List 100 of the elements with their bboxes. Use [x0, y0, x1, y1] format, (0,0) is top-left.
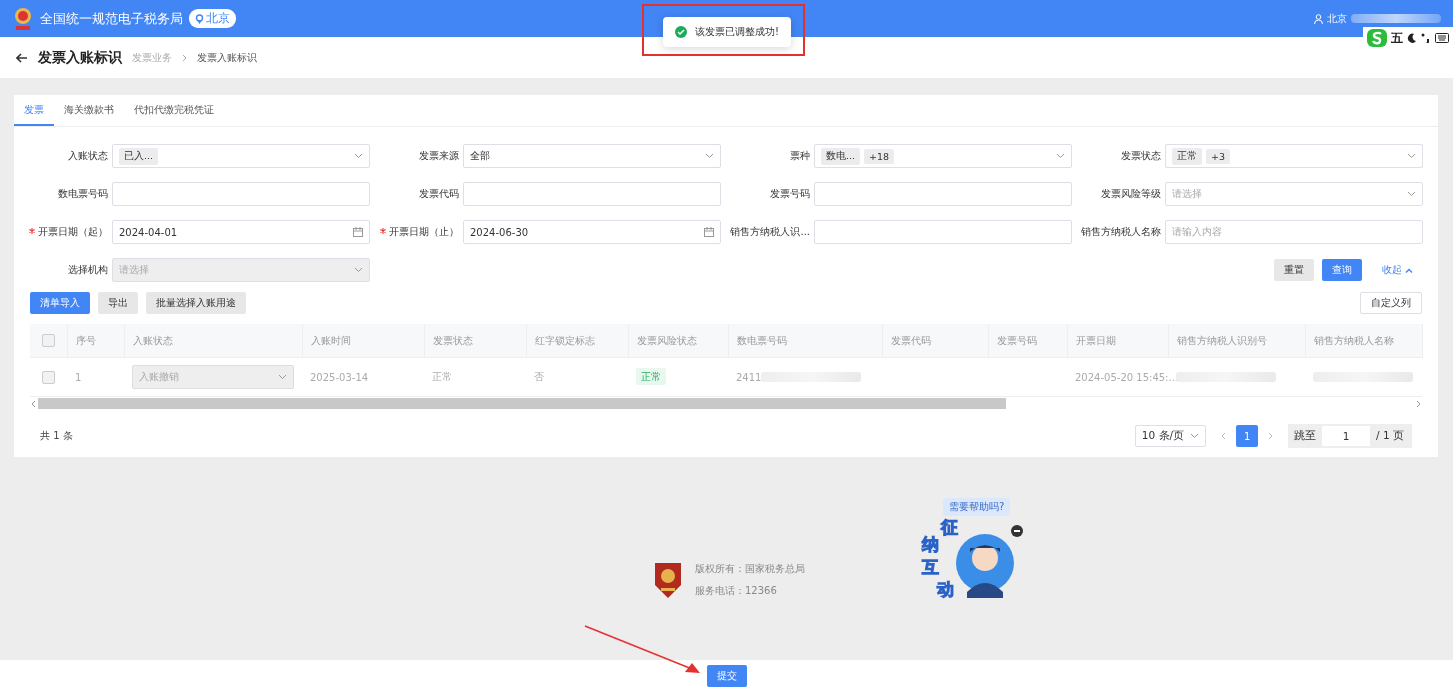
column-header: 销售方纳税人识别号 [1176, 334, 1267, 346]
selected-tag: 已入... [119, 147, 159, 165]
success-icon [675, 26, 687, 38]
column-header: 发票状态 [432, 334, 473, 346]
column-header: 发票风险状态 [636, 334, 697, 346]
select-field[interactable]: 正常 +3 [1165, 144, 1423, 168]
chevron-down-icon [1407, 191, 1416, 197]
collapse-link[interactable]: 收起 [1376, 262, 1419, 278]
field-placeholder: 请选择 [119, 263, 150, 277]
breadcrumb-separator-icon [182, 53, 187, 62]
input-mode[interactable]: 五 [1391, 29, 1403, 47]
field-label: 发票状态 [1120, 149, 1161, 163]
column-header: 发票号码 [996, 334, 1037, 346]
required-asterisk-icon [380, 228, 386, 234]
select-field[interactable]: 已入... [112, 144, 370, 168]
field-placeholder: 请选择 [1172, 187, 1203, 201]
toolbar-button[interactable]: 清单导入 [30, 292, 90, 314]
keyboard-icon[interactable] [1435, 33, 1449, 43]
field-label: 发票号码 [769, 187, 810, 201]
calendar-icon [353, 227, 363, 237]
selected-tag: 数电... [821, 147, 861, 165]
input-field[interactable] [463, 182, 721, 206]
date-field[interactable]: 2024-06-30 [463, 220, 721, 244]
chevron-up-icon [1405, 267, 1413, 273]
assistant-title-character: 动 [937, 578, 954, 601]
column-header: 入账状态 [132, 334, 173, 346]
column-header: 数电票号码 [736, 334, 787, 346]
tax-bureau-logo-icon [653, 561, 683, 599]
minimize-icon[interactable] [1011, 525, 1023, 537]
selected-tag: 正常 [1172, 147, 1202, 165]
assistant-title-character: 互 [922, 556, 939, 579]
checkbox[interactable] [42, 370, 55, 384]
page-count: / 1 页 [1376, 429, 1404, 443]
table-cell: 2024-05-20 15:45:... [1075, 371, 1179, 383]
field-label: 销售方纳税人名称 [1080, 225, 1161, 239]
next-page-icon[interactable] [1268, 432, 1275, 440]
column-header: 入账时间 [310, 334, 351, 346]
toast-message: 该发票已调整成功! [695, 25, 779, 39]
field-label: 发票代码 [418, 187, 459, 201]
page-size-select[interactable]: 10 条/页 [1134, 425, 1207, 447]
column-header: 发票代码 [890, 334, 931, 346]
site-title: 全国统一规范电子税务局 [40, 9, 183, 28]
select-field[interactable]: 全部 [463, 144, 721, 168]
reset-button[interactable]: 重置 [1274, 259, 1314, 281]
breadcrumb-item: 发票入账标识 [197, 50, 257, 65]
tab[interactable]: 海关缴款书 [54, 95, 124, 126]
copyright-text: 版权所有：国家税务总局 [695, 562, 805, 576]
chevron-down-icon [1056, 153, 1065, 159]
table-cell: 1 [75, 371, 82, 383]
table-cell: 2411 [736, 371, 762, 383]
field-label: 入账状态 [67, 149, 108, 163]
page-button[interactable]: 1 [1236, 425, 1259, 447]
input-field[interactable] [814, 182, 1072, 206]
user-icon [1314, 13, 1323, 24]
punctuation-icon[interactable] [1421, 33, 1431, 43]
field-value: 2024-06-30 [470, 226, 530, 238]
toolbar-button[interactable]: 导出 [98, 292, 138, 314]
location-badge[interactable]: 北京 [189, 9, 236, 28]
field-label: 开票日期（止） [370, 225, 459, 239]
assistant-title-character: 征 [941, 516, 958, 539]
status-tag: 正常 [636, 368, 666, 385]
input-field[interactable] [112, 182, 370, 206]
column-header: 序号 [75, 334, 96, 346]
input-field[interactable] [814, 220, 1072, 244]
customize-columns-button[interactable]: 自定义列 [1360, 292, 1422, 314]
chevron-down-icon [1190, 433, 1200, 439]
field-label: 发票风险等级 [1100, 187, 1161, 201]
scroll-left-icon[interactable] [30, 399, 36, 408]
chevron-down-icon [705, 153, 714, 159]
field-label: 数电票号码 [57, 187, 108, 201]
field-label: 票种 [789, 149, 810, 163]
ime-logo-icon[interactable] [1367, 29, 1387, 47]
field-label: 选择机构 [67, 263, 108, 277]
tab[interactable]: 发票 [14, 95, 54, 126]
chevron-down-icon [1407, 153, 1416, 159]
selected-tag: +18 [864, 148, 895, 164]
selected-tag: +3 [1206, 148, 1230, 164]
select-field[interactable]: 数电... +18 [814, 144, 1072, 168]
jump-label: 跳至 [1294, 429, 1317, 443]
tab[interactable]: 代扣代缴完税凭证 [124, 95, 224, 126]
toolbar-button[interactable]: 批量选择入账用途 [146, 292, 246, 314]
help-bubble[interactable]: 需要帮助吗? [943, 498, 1011, 516]
previous-page-icon[interactable] [1220, 432, 1227, 440]
column-header: 红字锁定标志 [534, 334, 595, 346]
field-label: 开票日期（起） [19, 225, 108, 239]
total-count: 共 1 条 [40, 429, 73, 443]
page-input[interactable]: 1 [1322, 426, 1371, 446]
scroll-right-icon[interactable] [1416, 399, 1422, 408]
checkbox[interactable] [41, 334, 55, 347]
submit-button[interactable]: 提交 [706, 665, 747, 687]
user-name[interactable]: 北京 [1327, 11, 1347, 26]
date-field[interactable]: 2024-04-01 [112, 220, 370, 244]
back-arrow-icon[interactable] [16, 52, 28, 63]
field-label: 销售方纳税人识... [729, 225, 810, 239]
chevron-down-icon [354, 267, 363, 273]
table-cell: 2025-03-14 [310, 371, 369, 383]
table-cell: 否 [534, 371, 544, 382]
calendar-icon [704, 227, 714, 237]
query-button[interactable]: 查询 [1322, 259, 1362, 281]
moon-icon[interactable] [1407, 33, 1417, 43]
